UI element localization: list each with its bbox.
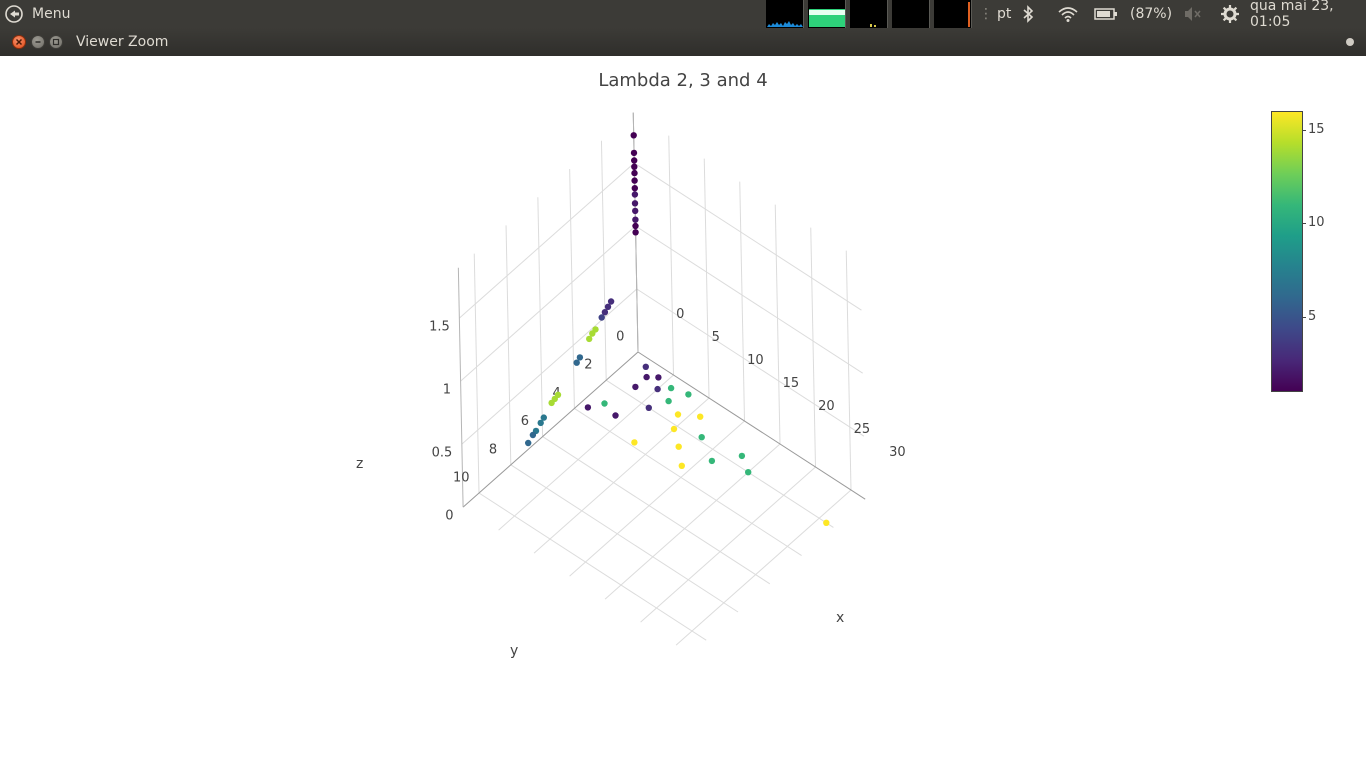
scatter-point xyxy=(601,400,608,407)
scatter-point xyxy=(697,413,704,420)
scatter-point xyxy=(738,452,746,460)
scatter-point xyxy=(631,169,638,177)
z-tick-label: 1 xyxy=(443,383,451,398)
grid-line xyxy=(635,225,863,374)
grid-line xyxy=(569,168,575,409)
axis-layer xyxy=(457,112,866,508)
scatter-point xyxy=(670,425,678,433)
scatter3d-scene[interactable]: 051015202530024681000.511.5 x y z xyxy=(0,0,1366,768)
scatter-point xyxy=(525,439,532,447)
scatter-point xyxy=(675,443,682,450)
scatter-point xyxy=(631,191,639,198)
grid-line xyxy=(510,464,739,613)
scatter-point xyxy=(708,457,716,465)
grid-line xyxy=(459,162,635,319)
scatter-point xyxy=(667,384,675,392)
scatter-point xyxy=(685,391,692,398)
x-tick-label: 15 xyxy=(783,376,800,391)
scatter-point xyxy=(632,383,639,391)
scatter-point xyxy=(630,132,637,139)
grid-line xyxy=(739,181,745,422)
x-axis-title: x xyxy=(836,610,844,626)
x-tick-label: 10 xyxy=(747,353,764,368)
scatter-point xyxy=(529,431,537,439)
z-tick-label: 0.5 xyxy=(432,446,453,461)
scatter-point xyxy=(632,216,639,223)
grid-line xyxy=(600,140,607,381)
scatter-point xyxy=(645,404,652,411)
scatter-point xyxy=(632,207,639,215)
scatter-point xyxy=(573,359,580,366)
colorbar-tick-label: 10 xyxy=(1302,215,1325,231)
scatter-point xyxy=(654,385,661,393)
x-axis-line xyxy=(637,351,866,500)
colorbar-tick-label: 5 xyxy=(1301,309,1317,325)
grid-line xyxy=(574,407,802,557)
grid-line xyxy=(542,436,771,585)
y-tick-label: 0 xyxy=(616,330,624,345)
scatter-point xyxy=(678,462,685,469)
scatter-point xyxy=(589,330,596,337)
grid-line xyxy=(505,225,512,465)
grid-line xyxy=(473,253,480,494)
scatter-point xyxy=(632,229,639,236)
scatter-point xyxy=(631,200,639,207)
scatter-point xyxy=(586,335,593,343)
grid-line xyxy=(537,197,544,437)
x-tick-label: 30 xyxy=(889,445,906,460)
z-tick-label: 1.5 xyxy=(429,320,450,335)
x-tick-label: 20 xyxy=(818,399,835,414)
scatter-point xyxy=(604,303,612,310)
y-tick-label: 2 xyxy=(584,358,592,373)
grid-line xyxy=(810,227,816,468)
scatter-point xyxy=(548,399,555,407)
scatter-point xyxy=(631,177,638,184)
grid-line xyxy=(461,288,638,445)
scatter-point xyxy=(698,434,705,441)
y-tick-label: 8 xyxy=(489,442,497,457)
y-axis-title: y xyxy=(510,643,518,659)
grid-line xyxy=(478,492,707,641)
grid-line xyxy=(774,204,781,445)
y-tick-label: 10 xyxy=(453,471,470,486)
scatter-point xyxy=(655,374,662,381)
scatter-point xyxy=(631,439,638,446)
scatter-point xyxy=(642,363,649,370)
scatter-point xyxy=(601,309,609,316)
scatter-point xyxy=(674,411,682,418)
grid-line xyxy=(845,250,852,491)
scatter-point xyxy=(643,373,650,381)
colorbar xyxy=(1271,111,1303,392)
scatter-point xyxy=(631,163,638,170)
grid-line xyxy=(633,162,862,311)
grid-line xyxy=(703,158,710,399)
x-tick-label: 25 xyxy=(854,422,871,437)
grid-line xyxy=(605,379,834,528)
z-tick-label: 0 xyxy=(445,509,453,524)
grid-layer xyxy=(459,135,865,646)
scatter-point xyxy=(631,185,638,192)
z-axis-title: z xyxy=(356,456,363,472)
scatter-point xyxy=(584,404,592,411)
grid-line xyxy=(668,135,674,376)
scatter-point xyxy=(576,354,584,361)
scatter-point xyxy=(630,149,638,157)
scatter-point xyxy=(745,469,752,476)
tick-labels: 051015202530024681000.511.5 xyxy=(429,307,906,523)
x-tick-label: 0 xyxy=(676,307,684,322)
scatter-point xyxy=(823,519,830,526)
scatter-point xyxy=(632,222,639,230)
scatter-point xyxy=(631,157,638,164)
scatter-point xyxy=(598,314,605,321)
y-tick-label: 6 xyxy=(521,414,529,429)
scatter-point xyxy=(665,397,672,405)
colorbar-tick-label: 15 xyxy=(1302,121,1325,137)
scatter-point xyxy=(612,412,619,419)
x-tick-label: 5 xyxy=(712,330,720,345)
scatter-point xyxy=(537,419,544,427)
